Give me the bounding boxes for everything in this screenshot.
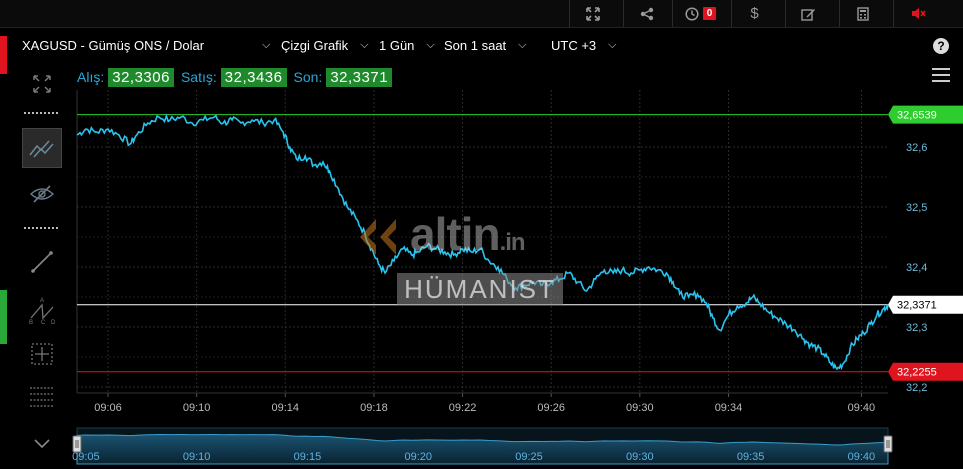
watermark-subtitle: HÜMANIST — [397, 273, 563, 305]
buy-indicator — [0, 290, 7, 344]
alarm-button[interactable]: 0 — [672, 0, 728, 27]
abcd-pattern-icon: A B C D — [29, 298, 56, 325]
ask-value: 32,3436 — [220, 67, 287, 87]
last-value: 32,3371 — [326, 67, 393, 87]
y-tick-label: 32,3 — [906, 322, 927, 334]
period-select[interactable]: 1 Gün ⌵ — [379, 34, 435, 56]
range-select[interactable]: Son 1 saat ⌵ — [444, 34, 527, 56]
navigator-handle[interactable] — [883, 435, 893, 453]
reference-tag-label: 32,2255 — [897, 367, 937, 379]
x-tick-label: 09:22 — [449, 402, 477, 414]
x-tick-label: 09:26 — [537, 402, 565, 414]
help-icon[interactable]: ? — [933, 38, 949, 54]
reference-price-tag: 32,3371 — [888, 295, 963, 314]
line-draw-tool[interactable] — [22, 242, 62, 282]
expand-icon[interactable] — [569, 0, 615, 27]
reference-price-tag: 32,6539 — [888, 105, 963, 124]
x-axis: 09:06 09:10 09:14 09:18 09:22 09:26 09:30 09:34… — [77, 392, 888, 414]
chevron-down-icon: ⌵ — [426, 38, 435, 51]
crosshair-grid-icon — [31, 343, 53, 365]
dollar-icon[interactable]: $ — [731, 0, 777, 27]
reference-price-tag: 32,2255 — [888, 362, 963, 381]
y-tick-label: 32,5 — [906, 202, 927, 214]
navigator-tick-label: 09:10 — [183, 451, 211, 463]
navigator-tick-label: 09:30 — [626, 451, 654, 463]
x-tick-label: 09:40 — [848, 402, 876, 414]
watermark-logo-icon — [360, 219, 396, 255]
timezone-select[interactable]: UTC +3 ⌵ — [551, 34, 617, 56]
calculator-icon[interactable] — [839, 0, 885, 27]
navigator-tick-label: 09:35 — [737, 451, 765, 463]
bid-label: Alış: — [77, 69, 105, 85]
bid-value: 32,3306 — [108, 67, 174, 87]
hide-drawings-tool[interactable] — [22, 174, 62, 214]
x-tick-label: 09:06 — [94, 402, 122, 414]
chevron-down-icon: ⌵ — [262, 38, 271, 51]
line-icon — [31, 251, 53, 273]
chevron-down-icon: ⌵ — [518, 38, 527, 51]
watermark-logo: altin.in — [410, 208, 526, 260]
reference-tag-label: 32,3371 — [897, 300, 937, 312]
svg-text:D: D — [51, 320, 56, 325]
navigator-tick-label: 09:25 — [515, 451, 543, 463]
svg-text:B: B — [29, 320, 33, 325]
collapse-toolbar-button[interactable] — [22, 432, 62, 456]
price-summary: Alış: 32,3306 Satış: 32,3436 Son: 32,337… — [77, 66, 399, 88]
period-label: 1 Gün — [379, 37, 415, 53]
trend-draw-tool[interactable] — [22, 128, 62, 168]
top-toolbar: 0 $ — [0, 0, 963, 28]
eye-slash-icon — [29, 185, 55, 203]
x-tick-label: 09:10 — [183, 402, 211, 414]
ask-label: Satış: — [180, 69, 217, 85]
svg-text:C: C — [41, 320, 46, 325]
navigator-tick-label: 09:20 — [404, 451, 432, 463]
navigator-tick-label: 09:15 — [294, 451, 322, 463]
fibonacci-lines-icon — [30, 387, 54, 407]
x-tick-label: 09:14 — [272, 402, 300, 414]
last-label: Son: — [293, 69, 323, 85]
navigator[interactable]: 09:05 09:10 09:15 09:20 09:25 09:30 09:35 09:40 — [72, 427, 893, 465]
navigator-handle[interactable] — [72, 435, 82, 453]
chevron-down-icon: ⌵ — [360, 38, 369, 51]
chart-type-label: Çizgi Grafik — [281, 37, 349, 53]
y-tick-label: 32,4 — [906, 262, 927, 274]
alarm-count-badge: 0 — [702, 7, 717, 20]
share-icon[interactable] — [623, 0, 669, 27]
menu-icon[interactable] — [932, 68, 950, 86]
drawing-toolbar: A B C D — [0, 28, 70, 469]
edit-icon[interactable] — [785, 0, 831, 27]
x-tick-label: 09:34 — [715, 402, 743, 414]
pattern-draw-tool[interactable]: A B C D — [22, 290, 62, 330]
trend-lines-icon — [29, 140, 54, 158]
clock-icon — [685, 6, 699, 21]
svg-text:A: A — [40, 298, 44, 304]
y-tick-label: 32,6 — [906, 142, 927, 154]
timezone-label: UTC +3 — [551, 37, 597, 53]
chevron-down-icon: ⌵ — [608, 38, 617, 51]
y-tick-label: 32,2 — [906, 382, 927, 394]
chart-type-select[interactable]: Çizgi Grafik ⌵ — [281, 34, 369, 56]
range-label: Son 1 saat — [444, 37, 507, 53]
mute-icon[interactable] — [893, 0, 943, 27]
x-tick-label: 09:18 — [360, 402, 388, 414]
toolbar-divider — [24, 227, 58, 229]
chevron-down-icon — [34, 439, 50, 449]
toolbar-divider — [24, 112, 58, 114]
crosshair-tool[interactable] — [22, 334, 62, 374]
fullscreen-icon[interactable] — [22, 64, 62, 104]
navigator-tick-label: 09:40 — [848, 451, 876, 463]
navigator-tick-label: 09:05 — [72, 451, 100, 463]
sell-indicator — [0, 36, 7, 74]
symbol-select[interactable]: XAGUSD - Gümüş ONS / Dolar ⌵ — [22, 34, 270, 56]
y-axis: 32,6 32,5 32,4 32,3 32,2 — [906, 142, 927, 394]
symbol-label: XAGUSD - Gümüş ONS / Dolar — [22, 37, 205, 53]
fibonacci-tool[interactable] — [22, 378, 62, 418]
reference-tag-label: 32,6539 — [897, 110, 937, 122]
x-tick-label: 09:30 — [626, 402, 654, 414]
